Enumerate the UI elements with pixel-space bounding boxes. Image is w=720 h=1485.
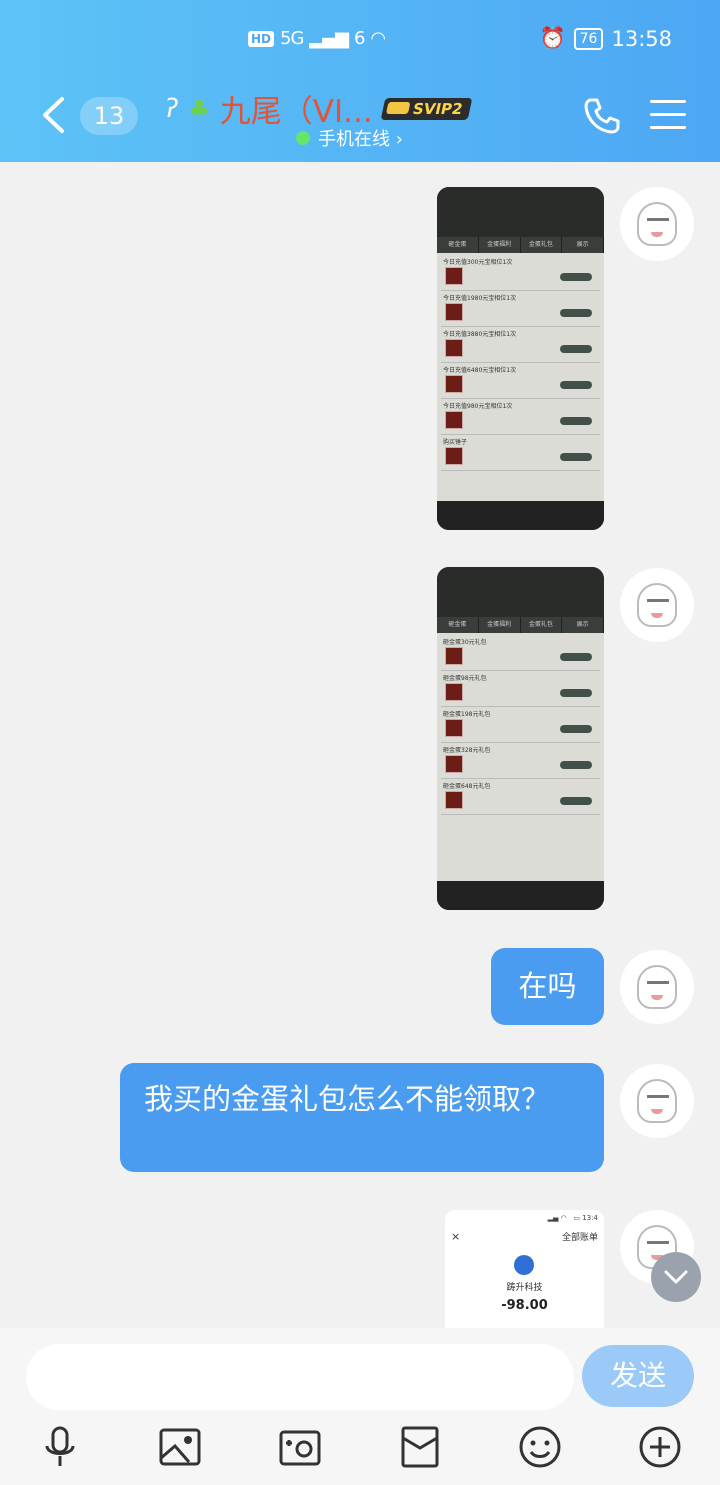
image-tab: 金蛋福利 [479,617,521,633]
merchant-logo-icon [514,1255,534,1275]
camera-icon[interactable] [277,1424,323,1470]
wifi-label: 6 [353,28,365,49]
composer: 发送 [0,1328,720,1485]
chevron-down-icon [664,1270,688,1284]
unread-count[interactable]: 13 [80,97,138,135]
send-button[interactable]: 发送 [582,1345,694,1407]
avatar[interactable] [620,187,694,261]
image-row: 砸金蛋30元礼包 [441,635,600,671]
image-row: 砸金蛋328元礼包 [441,743,600,779]
receipt-close-icon: × [451,1230,461,1243]
presence-status[interactable]: 手机在线 › [296,125,403,151]
image-message[interactable]: 砸金蛋 金蛋福利 金蛋礼包 展示 今日充值300元宝相位1次 今日充值1980元… [437,187,604,530]
red-packet-icon[interactable] [397,1424,443,1470]
ear-icon: ʔ [165,93,179,124]
image-tab: 金蛋福利 [479,237,521,253]
merchant-name: 踌升科技 [506,1283,543,1293]
message-bubble[interactable]: 我买的金蛋礼包怎么不能领取？ [120,1063,604,1172]
presence-label: 手机在线 › [318,129,403,150]
receipt-all-bills: 全部账单 [561,1233,598,1243]
microphone-icon[interactable] [37,1424,83,1470]
online-dot-icon [296,131,310,145]
image-row: 购买锤子 [441,435,600,471]
network-label: 5G [280,28,304,49]
alarm-icon: ⏰ [539,26,566,50]
avatar[interactable] [620,950,694,1024]
image-row: 今日充值3880元宝相位1次 [441,327,600,363]
phone-icon[interactable] [582,96,622,136]
image-tab: 金蛋礼包 [521,617,563,633]
message-bubble[interactable]: 在吗 [491,948,604,1025]
status-bar: HD 5G ▂▄▆ 6 ◠ ⏰ 76 13:58 [0,22,720,62]
image-tab: 展示 [562,237,604,253]
image-message[interactable]: 砸金蛋 金蛋福利 金蛋礼包 展示 砸金蛋30元礼包 砸金蛋98元礼包 砸金蛋19… [437,567,604,910]
image-tab: 展示 [562,617,604,633]
scroll-to-bottom-button[interactable] [651,1252,701,1302]
back-chevron-icon[interactable] [40,96,66,134]
hd-badge: HD [248,30,275,47]
emoji-icon[interactable] [517,1424,563,1470]
receipt-image-message[interactable]: ▂▄ ◠ ▭ 13:4 × 全部账单 踌升科技 -98.00 [445,1210,604,1328]
menu-icon[interactable] [650,100,686,130]
battery-level: 76 [573,27,604,50]
photo-icon[interactable] [157,1424,203,1470]
image-tab: 砸金蛋 [437,237,479,253]
image-tab: 砸金蛋 [437,617,479,633]
avatar[interactable] [620,568,694,642]
image-row: 今日充值980元宝相位1次 [441,399,600,435]
clock: 13:58 [611,26,672,51]
plus-icon[interactable] [637,1424,683,1470]
message-input[interactable] [26,1344,574,1410]
image-row: 砸金蛋648元礼包 [441,779,600,815]
sprout-icon: ♣ [188,94,210,123]
image-row: 砸金蛋98元礼包 [441,671,600,707]
svip-badge: SVIP2 [380,97,473,120]
image-tab: 金蛋礼包 [521,237,563,253]
payment-amount: -98.00 [501,1298,548,1313]
avatar[interactable] [620,1064,694,1138]
image-row: 今日充值1980元宝相位1次 [441,291,600,327]
image-row: 砸金蛋198元礼包 [441,707,600,743]
image-row: 今日充值300元宝相位1次 [441,255,600,291]
wifi-icon: ◠ [370,28,386,49]
signal-icon: ▂▄▆ [309,28,349,49]
composer-toolbar [0,1424,720,1474]
chat-header: HD 5G ▂▄▆ 6 ◠ ⏰ 76 13:58 13 ʔ ♣ 九尾（VI...… [0,0,720,162]
image-row: 今日充值6480元宝相位1次 [441,363,600,399]
receipt-status-bar: ▂▄ ◠ ▭ 13:4 [547,1214,598,1222]
